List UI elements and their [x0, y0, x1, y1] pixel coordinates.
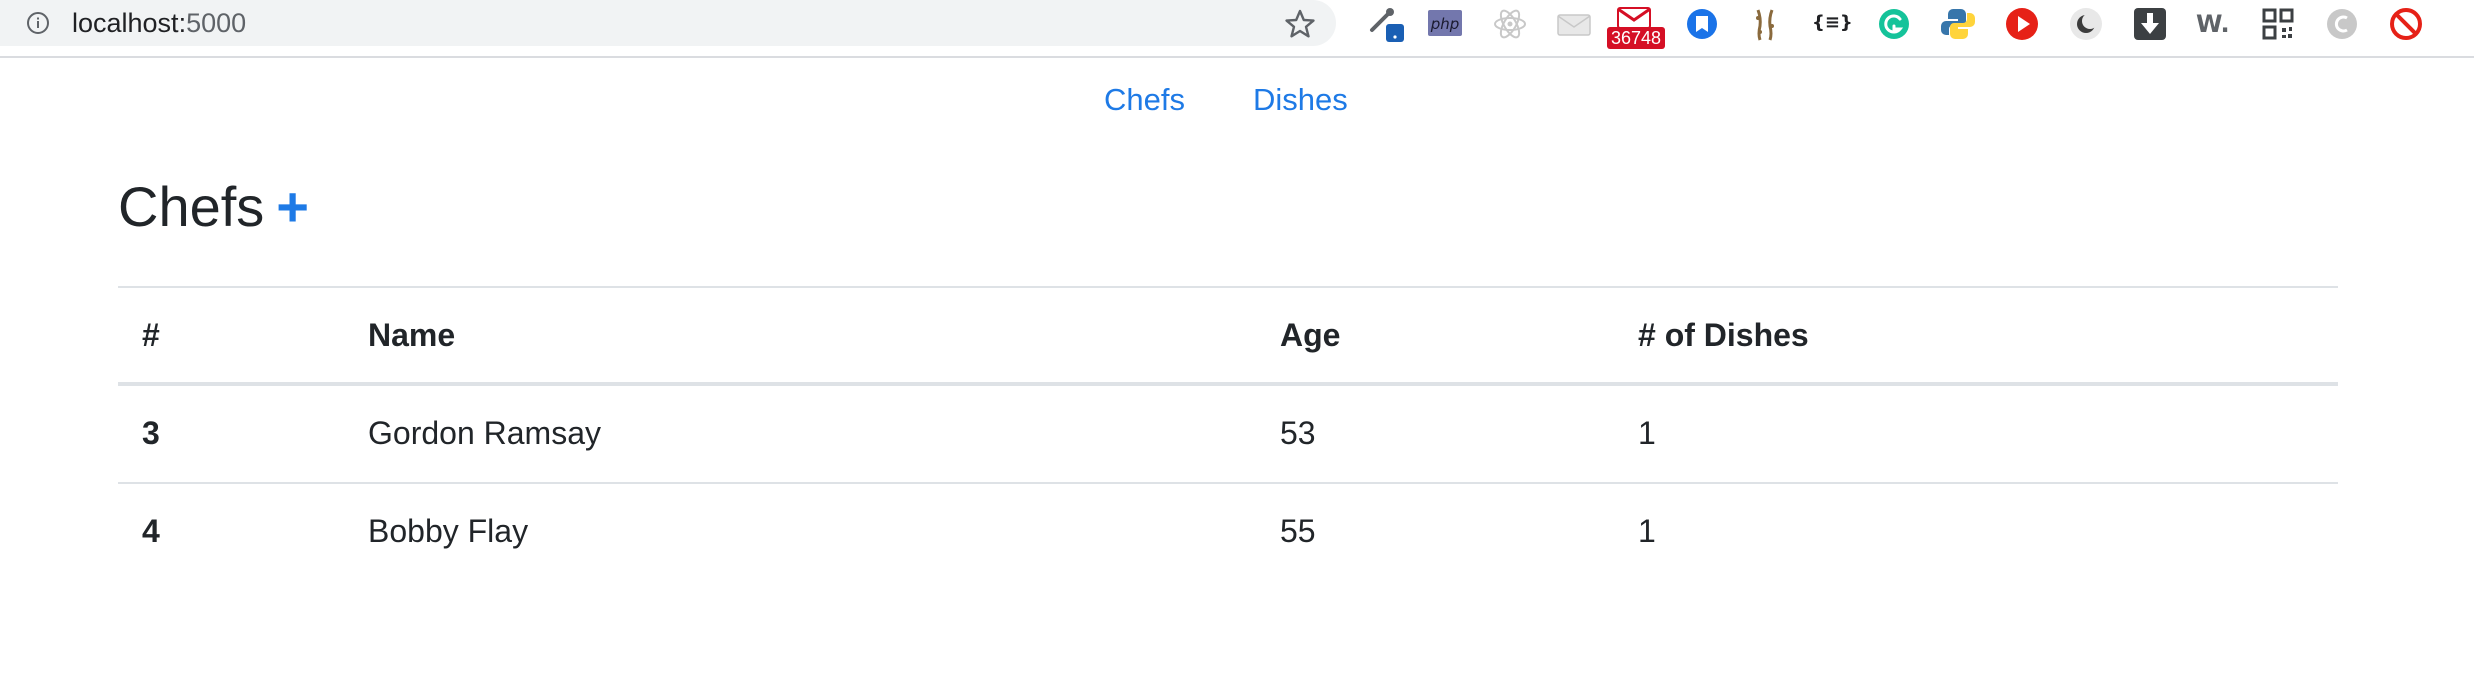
- chefs-table: # Name Age # of Dishes 3 Gordon Ramsay 5…: [118, 286, 2338, 582]
- site-nav: Chefs Dishes: [0, 78, 2474, 122]
- chef-id-cell: 3: [142, 415, 160, 451]
- download-extension-icon[interactable]: [2130, 4, 2170, 44]
- chef-dishes-cell: 1: [1638, 513, 1656, 549]
- chef-age-cell: 55: [1280, 513, 1316, 549]
- url-text[interactable]: localhost:5000: [72, 5, 246, 41]
- table-row: 4 Bobby Flay 55 1: [118, 484, 2338, 582]
- url-port: 5000: [186, 8, 247, 38]
- gmail-unread-badge: 36748: [1607, 27, 1666, 49]
- column-header-id: #: [142, 317, 160, 353]
- url-host: localhost:: [72, 8, 187, 38]
- table-header-row: # Name Age # of Dishes: [118, 286, 2338, 386]
- json-formatter-icon[interactable]: {≡}: [1810, 4, 1853, 44]
- chef-age-cell: 53: [1280, 415, 1316, 451]
- block-extension-icon[interactable]: [2386, 4, 2426, 44]
- json-formatter-label: {≡}: [1812, 12, 1853, 33]
- qr-code-icon[interactable]: [2258, 4, 2298, 44]
- add-chef-button[interactable]: +: [276, 172, 309, 242]
- info-icon[interactable]: [26, 11, 50, 35]
- page-title: Chefs: [118, 175, 265, 238]
- bookmark-extension-icon[interactable]: [1682, 4, 1722, 44]
- page-heading: Chefs +: [118, 172, 309, 242]
- column-header-dishes: # of Dishes: [1638, 317, 1809, 353]
- python-extension-icon[interactable]: [1938, 4, 1978, 44]
- grammarly-icon[interactable]: [1874, 4, 1914, 44]
- chef-name-cell: Bobby Flay: [368, 513, 529, 549]
- column-header-age: Age: [1280, 317, 1341, 353]
- nav-link-chefs[interactable]: Chefs: [1104, 78, 1185, 122]
- mail-extension-icon[interactable]: [1554, 4, 1594, 44]
- browser-toolbar: localhost:5000 php 36748 {≡} W.: [0, 0, 2474, 58]
- address-bar[interactable]: localhost:5000: [0, 0, 1336, 46]
- chef-name-cell: Gordon Ramsay: [368, 415, 601, 451]
- eyedropper-extension-icon[interactable]: [1366, 4, 1406, 44]
- wappalyzer-label: W.: [2196, 10, 2230, 38]
- chef-id-cell: 4: [142, 513, 160, 549]
- wappalyzer-icon[interactable]: W.: [2194, 4, 2234, 44]
- php-extension-label: php: [1430, 15, 1460, 33]
- nav-link-dishes[interactable]: Dishes: [1253, 78, 1348, 122]
- youtube-extension-icon[interactable]: [2002, 4, 2042, 44]
- table-row: 3 Gordon Ramsay 53 1: [118, 386, 2338, 484]
- grey-circle-extension-icon[interactable]: [2322, 4, 2362, 44]
- chef-dishes-cell: 1: [1638, 415, 1656, 451]
- bookmark-star-icon[interactable]: [1284, 8, 1316, 40]
- dark-mode-icon[interactable]: [2066, 4, 2106, 44]
- react-devtools-icon[interactable]: [1490, 4, 1530, 44]
- giraffe-extension-icon[interactable]: [1746, 4, 1786, 44]
- php-extension-icon[interactable]: php: [1426, 4, 1466, 44]
- column-header-name: Name: [368, 317, 456, 353]
